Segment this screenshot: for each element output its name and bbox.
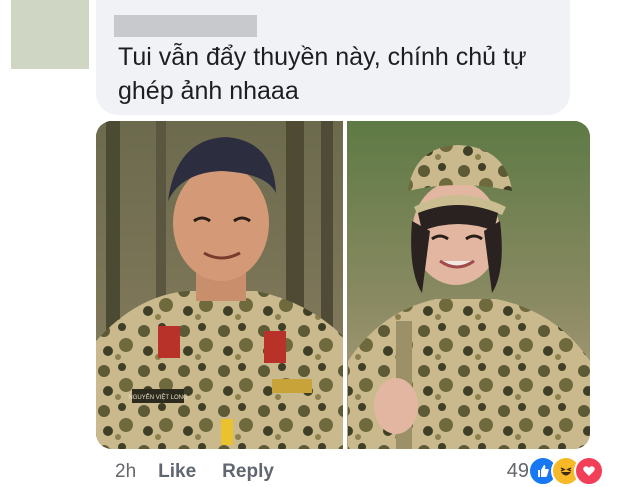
reaction-count: 49 bbox=[506, 459, 529, 482]
reactions-summary[interactable]: 49 bbox=[507, 456, 604, 486]
comment-photo[interactable]: NGUYỄN VIỆT LONG bbox=[96, 121, 590, 449]
photo-collage-image: NGUYỄN VIỆT LONG bbox=[96, 121, 590, 449]
reply-button[interactable]: Reply bbox=[222, 461, 274, 483]
author-name-redacted[interactable] bbox=[114, 15, 257, 37]
comment-text: Tui vẫn đẩy thuyền này, chính chủ tự ghé… bbox=[118, 43, 527, 105]
comment-bubble: Tui vẫn đẩy thuyền này, chính chủ tự ghé… bbox=[96, 0, 570, 115]
avatar[interactable] bbox=[11, 0, 89, 69]
love-icon bbox=[574, 456, 604, 486]
like-button[interactable]: Like bbox=[158, 461, 196, 483]
comment-actions: 2h Like Reply bbox=[115, 458, 300, 486]
comment-timestamp[interactable]: 2h bbox=[115, 461, 136, 483]
name-tag-text: NGUYỄN VIỆT LONG bbox=[128, 393, 188, 401]
